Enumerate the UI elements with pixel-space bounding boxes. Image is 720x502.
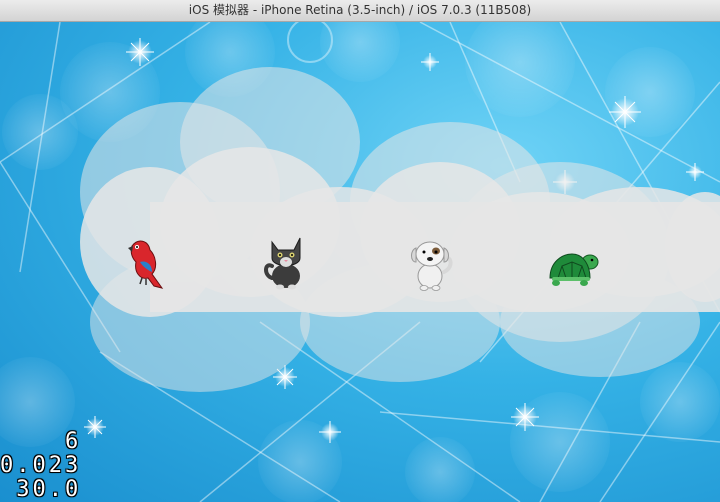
fps-value: 30.0 bbox=[16, 477, 82, 502]
debug-stats-overlay: 6 0.023 30.0 bbox=[0, 430, 81, 502]
window-title: iOS 模拟器 - iPhone Retina (3.5-inch) / iOS… bbox=[188, 3, 532, 17]
background-sky bbox=[0, 22, 720, 502]
window-title-bar: iOS 模拟器 - iPhone Retina (3.5-inch) / iOS… bbox=[0, 0, 720, 22]
cat-sprite[interactable] bbox=[258, 232, 314, 292]
turtle-icon bbox=[549, 253, 599, 286]
parrot-sprite[interactable] bbox=[118, 232, 174, 292]
cat-icon bbox=[264, 237, 301, 290]
dog-icon bbox=[411, 241, 453, 291]
frame-time-value: 0.023 bbox=[0, 453, 82, 478]
simulator-window: iOS 模拟器 - iPhone Retina (3.5-inch) / iOS… bbox=[0, 0, 720, 502]
draw-calls-value: 6 bbox=[64, 429, 82, 454]
parrot-icon bbox=[128, 240, 164, 289]
turtle-sprite[interactable] bbox=[546, 238, 602, 298]
game-scene[interactable]: 6 0.023 30.0 bbox=[0, 22, 720, 502]
dog-sprite[interactable] bbox=[402, 232, 458, 292]
